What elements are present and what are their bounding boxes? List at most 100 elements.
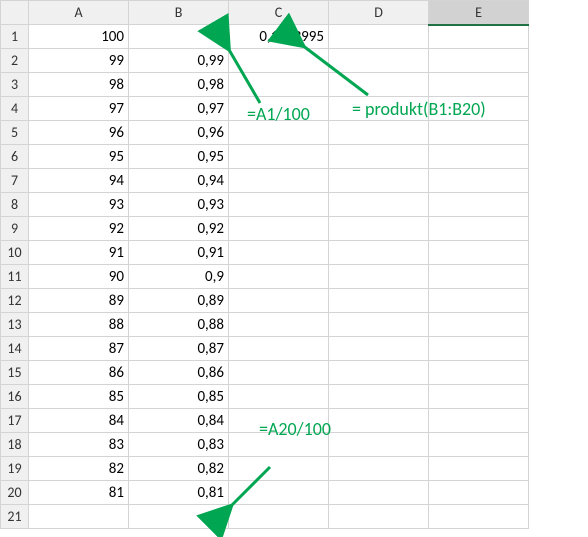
cell-C12[interactable] xyxy=(229,289,329,313)
cell-D19[interactable] xyxy=(329,457,429,481)
cell-B11[interactable]: 0,9 xyxy=(129,265,229,289)
cell-A4[interactable]: 97 xyxy=(29,97,129,121)
cell-A5[interactable]: 96 xyxy=(29,121,129,145)
cell-D1[interactable] xyxy=(329,25,429,49)
cell-E15[interactable] xyxy=(429,361,529,385)
cell-B13[interactable]: 0,88 xyxy=(129,313,229,337)
cell-A19[interactable]: 82 xyxy=(29,457,129,481)
cell-C1[interactable]: 0,1303995 xyxy=(229,25,329,49)
cell-E16[interactable] xyxy=(429,385,529,409)
cell-A3[interactable]: 98 xyxy=(29,73,129,97)
row-header-12[interactable]: 12 xyxy=(1,289,29,313)
cell-B1[interactable]: 1 xyxy=(129,25,229,49)
cell-C21[interactable] xyxy=(229,505,329,529)
row-header-19[interactable]: 19 xyxy=(1,457,29,481)
cell-B15[interactable]: 0,86 xyxy=(129,361,229,385)
cell-A15[interactable]: 86 xyxy=(29,361,129,385)
cell-C15[interactable] xyxy=(229,361,329,385)
cell-C8[interactable] xyxy=(229,193,329,217)
cell-D6[interactable] xyxy=(329,145,429,169)
row-header-8[interactable]: 8 xyxy=(1,193,29,217)
cell-E8[interactable] xyxy=(429,193,529,217)
cell-C17[interactable] xyxy=(229,409,329,433)
cell-D16[interactable] xyxy=(329,385,429,409)
row-header-20[interactable]: 20 xyxy=(1,481,29,505)
cell-C2[interactable] xyxy=(229,49,329,73)
cell-E12[interactable] xyxy=(429,289,529,313)
cell-B2[interactable]: 0,99 xyxy=(129,49,229,73)
cell-A12[interactable]: 89 xyxy=(29,289,129,313)
cell-E6[interactable] xyxy=(429,145,529,169)
cell-C14[interactable] xyxy=(229,337,329,361)
cell-D5[interactable] xyxy=(329,121,429,145)
col-header-E[interactable]: E xyxy=(429,1,529,25)
cell-E21[interactable] xyxy=(429,505,529,529)
cell-D12[interactable] xyxy=(329,289,429,313)
spreadsheet-grid[interactable]: A B C D E 110010,1303995 2990,99 3980,98… xyxy=(0,0,529,529)
row-header-10[interactable]: 10 xyxy=(1,241,29,265)
row-header-13[interactable]: 13 xyxy=(1,313,29,337)
cell-A8[interactable]: 93 xyxy=(29,193,129,217)
cell-A9[interactable]: 92 xyxy=(29,217,129,241)
cell-B21[interactable] xyxy=(129,505,229,529)
cell-E13[interactable] xyxy=(429,313,529,337)
cell-C4[interactable] xyxy=(229,97,329,121)
row-header-2[interactable]: 2 xyxy=(1,49,29,73)
cell-D7[interactable] xyxy=(329,169,429,193)
cell-A21[interactable] xyxy=(29,505,129,529)
cell-A6[interactable]: 95 xyxy=(29,145,129,169)
cell-A10[interactable]: 91 xyxy=(29,241,129,265)
row-header-5[interactable]: 5 xyxy=(1,121,29,145)
cell-E11[interactable] xyxy=(429,265,529,289)
cell-A16[interactable]: 85 xyxy=(29,385,129,409)
cell-D10[interactable] xyxy=(329,241,429,265)
col-header-D[interactable]: D xyxy=(329,1,429,25)
cell-A14[interactable]: 87 xyxy=(29,337,129,361)
cell-B3[interactable]: 0,98 xyxy=(129,73,229,97)
cell-D13[interactable] xyxy=(329,313,429,337)
cell-E19[interactable] xyxy=(429,457,529,481)
row-header-16[interactable]: 16 xyxy=(1,385,29,409)
col-header-C[interactable]: C xyxy=(229,1,329,25)
cell-A20[interactable]: 81 xyxy=(29,481,129,505)
cell-E4[interactable] xyxy=(429,97,529,121)
cell-B16[interactable]: 0,85 xyxy=(129,385,229,409)
cell-E5[interactable] xyxy=(429,121,529,145)
cell-B12[interactable]: 0,89 xyxy=(129,289,229,313)
cell-B18[interactable]: 0,83 xyxy=(129,433,229,457)
cell-A13[interactable]: 88 xyxy=(29,313,129,337)
cell-B19[interactable]: 0,82 xyxy=(129,457,229,481)
cell-C18[interactable] xyxy=(229,433,329,457)
cell-A7[interactable]: 94 xyxy=(29,169,129,193)
row-header-9[interactable]: 9 xyxy=(1,217,29,241)
cell-E2[interactable] xyxy=(429,49,529,73)
cell-E20[interactable] xyxy=(429,481,529,505)
cell-A18[interactable]: 83 xyxy=(29,433,129,457)
cell-C16[interactable] xyxy=(229,385,329,409)
cell-D17[interactable] xyxy=(329,409,429,433)
cell-D3[interactable] xyxy=(329,73,429,97)
row-header-17[interactable]: 17 xyxy=(1,409,29,433)
cell-B6[interactable]: 0,95 xyxy=(129,145,229,169)
corner-cell[interactable] xyxy=(1,1,29,25)
cell-E1[interactable] xyxy=(429,25,529,49)
cell-C10[interactable] xyxy=(229,241,329,265)
row-header-15[interactable]: 15 xyxy=(1,361,29,385)
cell-D9[interactable] xyxy=(329,217,429,241)
cell-C19[interactable] xyxy=(229,457,329,481)
cell-B9[interactable]: 0,92 xyxy=(129,217,229,241)
cell-D11[interactable] xyxy=(329,265,429,289)
cell-D4[interactable] xyxy=(329,97,429,121)
cell-D8[interactable] xyxy=(329,193,429,217)
cell-A11[interactable]: 90 xyxy=(29,265,129,289)
row-header-14[interactable]: 14 xyxy=(1,337,29,361)
cell-C9[interactable] xyxy=(229,217,329,241)
row-header-7[interactable]: 7 xyxy=(1,169,29,193)
cell-E14[interactable] xyxy=(429,337,529,361)
cell-E3[interactable] xyxy=(429,73,529,97)
cell-B17[interactable]: 0,84 xyxy=(129,409,229,433)
cell-B7[interactable]: 0,94 xyxy=(129,169,229,193)
cell-B5[interactable]: 0,96 xyxy=(129,121,229,145)
cell-D18[interactable] xyxy=(329,433,429,457)
cell-E10[interactable] xyxy=(429,241,529,265)
